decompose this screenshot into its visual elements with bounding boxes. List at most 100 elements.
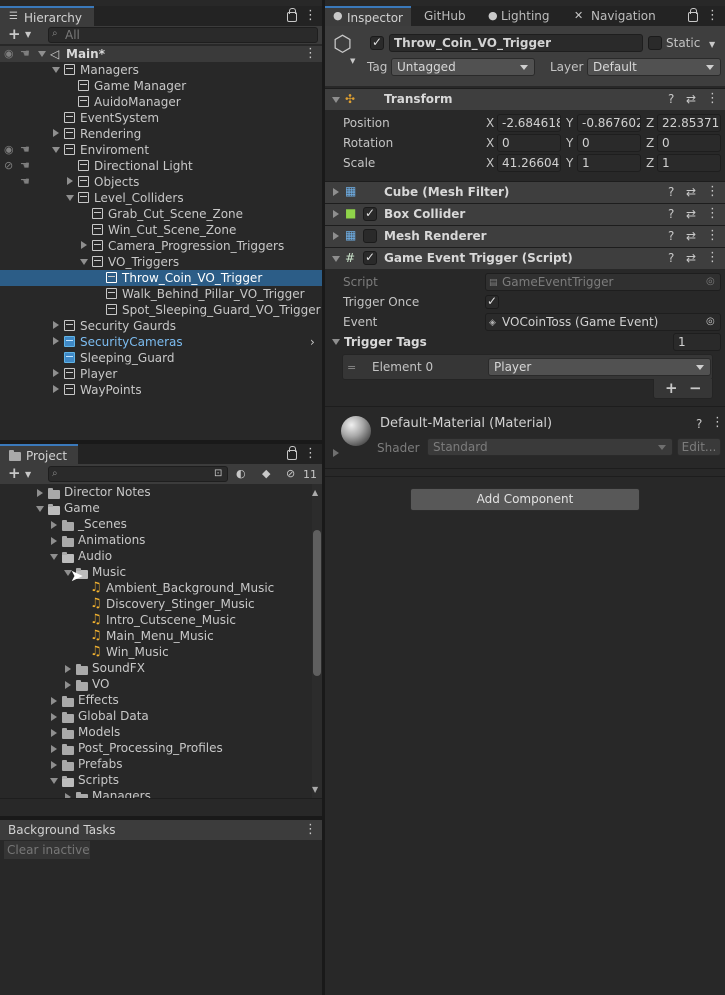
pickable-hand-icon[interactable]: ☚ xyxy=(20,159,30,173)
scroll-down-icon[interactable]: ▼ xyxy=(312,783,318,797)
project-item-ambient-music[interactable]: Ambient_Background_Music xyxy=(106,580,274,596)
pickable-hand-icon[interactable]: ☚ xyxy=(20,47,30,61)
visibility-eye-icon[interactable]: ◉ xyxy=(4,143,14,157)
tab-github[interactable]: GitHub xyxy=(416,6,474,26)
project-item-soundfx[interactable]: SoundFX xyxy=(92,660,145,676)
expand-arrow-icon[interactable] xyxy=(51,537,57,545)
expand-arrow-icon[interactable] xyxy=(51,713,57,721)
hierarchy-item-camera-progression-triggers[interactable]: Camera_Progression_Triggers xyxy=(108,238,284,254)
expand-arrow-icon[interactable] xyxy=(80,259,88,265)
hierarchy-item-level-colliders[interactable]: Level_Colliders xyxy=(94,190,184,206)
help-icon[interactable]: ? xyxy=(668,92,674,106)
project-item-effects[interactable]: Effects xyxy=(78,692,119,708)
presets-icon[interactable]: ⇄ xyxy=(686,207,696,221)
expand-arrow-icon[interactable] xyxy=(333,449,339,457)
layer-dropdown[interactable]: Default xyxy=(587,58,721,76)
project-scroll-thumb[interactable] xyxy=(313,530,321,676)
tab-lighting[interactable]: Lighting xyxy=(493,6,558,26)
hierarchy-item-walk-behind-pillar[interactable]: Walk_Behind_Pillar_VO_Trigger xyxy=(122,286,305,302)
rotation-x-field[interactable]: 0 xyxy=(497,134,561,152)
expand-arrow-icon[interactable] xyxy=(333,188,339,196)
inspector-menu-icon[interactable]: ⋮ xyxy=(706,9,719,23)
help-icon[interactable]: ? xyxy=(668,207,674,221)
dropdown-arrow-icon[interactable]: ▼ xyxy=(25,468,31,482)
scale-y-field[interactable]: 1 xyxy=(577,154,641,172)
expand-arrow-icon[interactable] xyxy=(332,97,340,103)
expand-arrow-icon[interactable] xyxy=(66,195,74,201)
expand-arrow-icon[interactable] xyxy=(52,67,60,73)
hierarchy-scene-row[interactable] xyxy=(0,46,322,62)
expand-arrow-icon[interactable] xyxy=(333,210,339,218)
project-search-input[interactable] xyxy=(48,466,228,482)
trigger-once-checkbox[interactable] xyxy=(485,294,499,309)
expand-arrow-icon[interactable] xyxy=(53,369,59,377)
expand-arrow-icon[interactable] xyxy=(52,147,60,153)
object-picker-icon[interactable]: ◎ xyxy=(706,315,715,329)
lock-icon[interactable] xyxy=(287,8,297,22)
object-name-input[interactable]: Throw_Coin_VO_Trigger xyxy=(389,34,643,52)
project-item-director-notes[interactable]: Director Notes xyxy=(64,484,151,500)
expand-arrow-icon[interactable] xyxy=(333,232,339,240)
project-item-post-processing[interactable]: Post_Processing_Profiles xyxy=(78,740,223,756)
hierarchy-item-managers[interactable]: Managers xyxy=(80,62,139,78)
hierarchy-item-grab-cut-scene-zone[interactable]: Grab_Cut_Scene_Zone xyxy=(108,206,243,222)
component-menu-icon[interactable]: ⋮ xyxy=(706,251,719,265)
expand-arrow-icon[interactable] xyxy=(51,729,57,737)
component-menu-icon[interactable]: ⋮ xyxy=(706,92,719,106)
material-menu-icon[interactable]: ⋮ xyxy=(711,416,724,430)
position-x-field[interactable]: -2.684618 xyxy=(497,114,561,132)
hierarchy-item-vo-triggers[interactable]: VO_Triggers xyxy=(108,254,179,270)
icon-dropdown-arrow[interactable]: ▼ xyxy=(350,54,355,68)
expand-arrow-icon[interactable] xyxy=(37,489,43,497)
project-item-music[interactable]: Music xyxy=(92,564,126,580)
lock-icon[interactable] xyxy=(287,446,297,460)
hierarchy-item-waypoints[interactable]: WayPoints xyxy=(80,382,142,398)
static-checkbox[interactable] xyxy=(648,36,662,50)
expand-arrow-icon[interactable] xyxy=(50,554,58,560)
hierarchy-item-spot-sleeping-guard[interactable]: Spot_Sleeping_Guard_VO_Trigger xyxy=(122,302,321,318)
hierarchy-item-player[interactable]: Player xyxy=(80,366,117,382)
hierarchy-menu-icon[interactable]: ⋮ xyxy=(304,9,317,23)
hierarchy-item-audio-manager[interactable]: AuidoManager xyxy=(94,94,181,110)
help-icon[interactable]: ? xyxy=(668,229,674,243)
expand-arrow-icon[interactable] xyxy=(65,665,71,673)
project-item-audio[interactable]: Audio xyxy=(78,548,112,564)
hierarchy-item-enviroment[interactable]: Enviroment xyxy=(80,142,149,158)
expand-arrow-icon[interactable] xyxy=(332,256,340,262)
project-item-prefabs[interactable]: Prefabs xyxy=(78,756,123,772)
project-item-animations[interactable]: Animations xyxy=(78,532,145,548)
scroll-up-icon[interactable]: ▲ xyxy=(312,486,318,500)
expand-arrow-icon[interactable] xyxy=(36,506,44,512)
mesh-renderer-enabled-checkbox[interactable] xyxy=(363,229,377,243)
clear-inactive-button[interactable]: Clear inactive xyxy=(4,841,90,859)
pickable-hand-icon[interactable]: ☚ xyxy=(20,143,30,157)
position-y-field[interactable]: -0.867602 xyxy=(577,114,641,132)
presets-icon[interactable]: ⇄ xyxy=(686,251,696,265)
project-item-discovery-stinger[interactable]: Discovery_Stinger_Music xyxy=(106,596,255,612)
expand-arrow-icon[interactable] xyxy=(53,129,59,137)
box-collider-enabled-checkbox[interactable] xyxy=(363,206,377,221)
rotation-y-field[interactable]: 0 xyxy=(577,134,641,152)
presets-icon[interactable]: ⇄ xyxy=(686,229,696,243)
project-item-managers[interactable]: Managers xyxy=(92,790,151,798)
panel-splitter[interactable] xyxy=(322,0,325,995)
hierarchy-item-objects[interactable]: Objects xyxy=(94,174,139,190)
hidden-eye-icon[interactable]: ⊘ xyxy=(4,159,13,173)
project-item-vo[interactable]: VO xyxy=(92,676,109,692)
component-menu-icon[interactable]: ⋮ xyxy=(706,229,719,243)
help-icon[interactable]: ? xyxy=(696,417,702,431)
dropdown-arrow-icon[interactable]: ▼ xyxy=(25,28,31,42)
lock-icon[interactable] xyxy=(688,8,698,22)
expand-arrow-icon[interactable] xyxy=(50,778,58,784)
expand-arrow-icon[interactable] xyxy=(332,339,340,345)
add-icon[interactable]: + xyxy=(8,466,21,481)
expand-arrow-icon[interactable] xyxy=(51,521,57,529)
expand-arrow-icon[interactable] xyxy=(53,337,59,345)
expand-arrow-icon[interactable] xyxy=(67,177,73,185)
expand-arrow-icon[interactable] xyxy=(51,761,57,769)
expand-arrow-icon[interactable] xyxy=(53,321,59,329)
expand-arrow-icon[interactable] xyxy=(38,51,46,57)
component-menu-icon[interactable]: ⋮ xyxy=(706,185,719,199)
active-checkbox[interactable] xyxy=(370,35,384,50)
filter-by-type-icon[interactable]: ◐ xyxy=(236,467,246,481)
